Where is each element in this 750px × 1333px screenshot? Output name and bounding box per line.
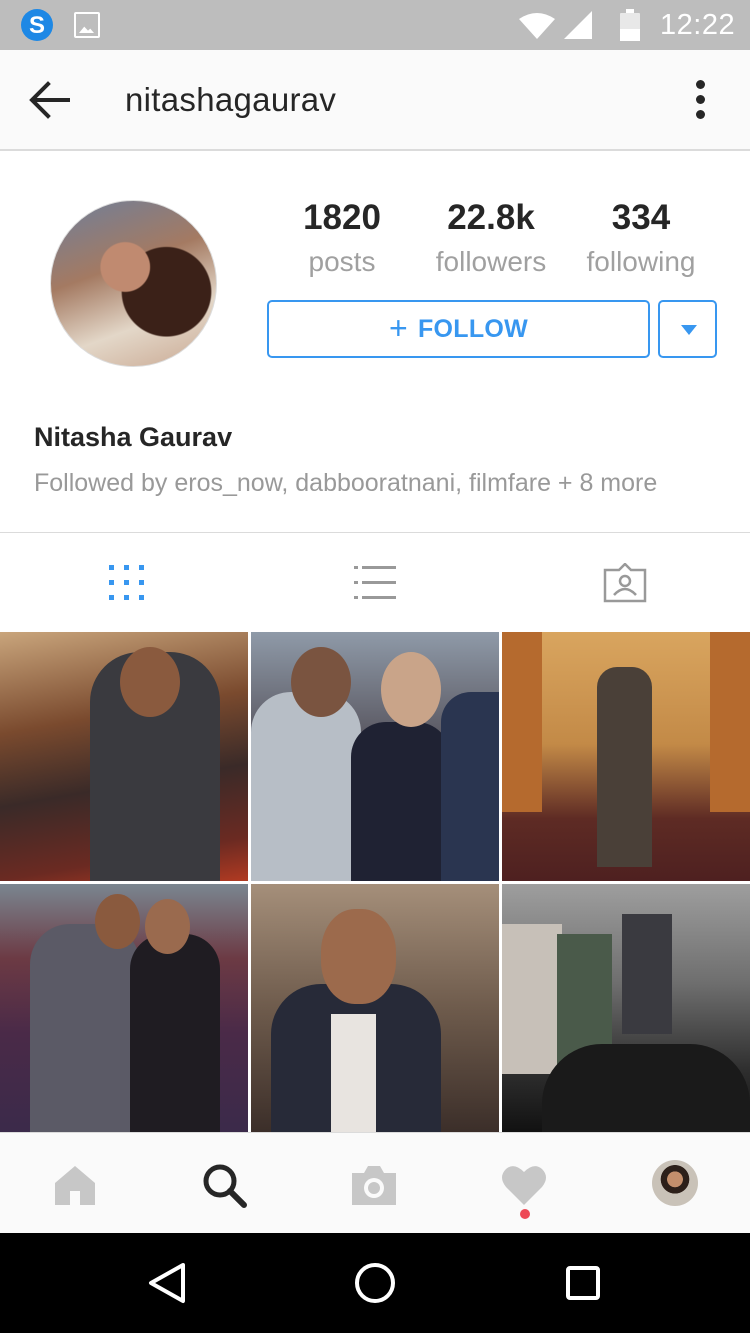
home-icon[interactable] [51,1161,99,1209]
posts-count: 1820 [303,198,381,237]
bottom-navigation [0,1132,750,1233]
plus-icon: + [388,309,408,346]
skype-icon: S [21,9,53,41]
grid-view-icon[interactable] [105,563,149,603]
profile-tab-avatar[interactable] [652,1160,698,1206]
suggestions-dropdown-button[interactable] [658,300,717,358]
back-triangle-icon[interactable] [143,1259,191,1307]
followers-count: 22.8k [447,198,535,237]
photo-thumbnail[interactable] [502,632,750,881]
wifi-icon [519,13,555,39]
stat-following[interactable]: 334 following [566,198,716,278]
followers-label: followers [435,246,547,277]
heart-icon[interactable] [500,1161,548,1209]
recents-square-icon[interactable] [559,1259,607,1307]
following-label: following [586,246,696,277]
photo-thumbnail[interactable] [251,884,499,1133]
follow-label: FOLLOW [417,314,529,343]
image-icon [74,12,100,38]
photo-thumbnail[interactable] [251,632,499,881]
followed-by-text[interactable]: Followed by eros_now, dabbooratnani, fil… [34,469,657,498]
notification-dot [520,1209,530,1219]
signal-icon [564,11,592,39]
stat-posts[interactable]: 1820 posts [267,198,417,278]
home-circle-icon[interactable] [351,1259,399,1307]
android-navigation-bar [0,1233,750,1333]
more-vertical-icon[interactable] [690,80,710,122]
view-tabs [0,532,750,632]
back-arrow-icon[interactable] [28,80,70,120]
profile-header: nitashagaurav [0,50,750,151]
photo-thumbnail[interactable] [502,884,750,1133]
battery-icon [620,9,640,41]
camera-icon[interactable] [350,1161,398,1209]
photo-thumbnail[interactable] [0,884,248,1133]
following-count: 334 [611,198,671,237]
profile-avatar[interactable] [50,200,217,367]
status-bar: S 12:22 [0,0,750,50]
photo-thumbnail[interactable] [0,632,248,881]
search-icon[interactable] [200,1161,248,1209]
status-time: 12:22 [660,9,736,41]
tagged-photos-icon[interactable] [603,563,647,603]
profile-full-name: Nitasha Gaurav [34,422,233,452]
posts-label: posts [308,246,376,277]
list-view-icon[interactable] [353,563,397,603]
header-username: nitashagaurav [125,81,337,118]
photo-grid [0,632,750,1133]
follow-button[interactable]: + FOLLOW [267,300,650,358]
svg-text:S: S [29,12,45,39]
stat-followers[interactable]: 22.8k followers [416,198,566,278]
